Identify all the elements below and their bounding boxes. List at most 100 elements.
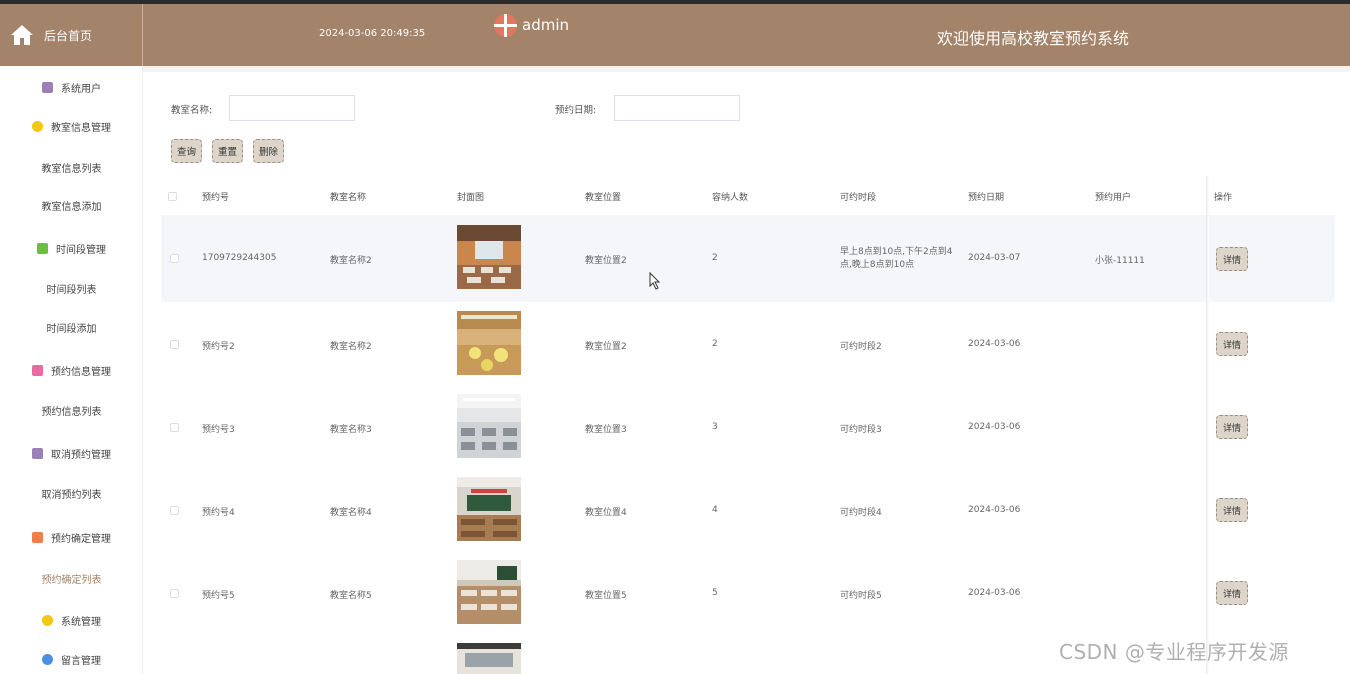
- row-checkbox[interactable]: [170, 506, 179, 515]
- sidebar-item-room-add[interactable]: 教室信息添加: [0, 195, 143, 215]
- sidebar-item-label: 预约信息列表: [41, 406, 102, 418]
- sidebar-item-confirm[interactable]: 预约确定管理: [0, 527, 143, 547]
- room-name: 教室名称2: [330, 342, 372, 352]
- column-header: 操作: [1214, 193, 1233, 203]
- sidebar-item-room-info[interactable]: 教室信息管理: [0, 116, 143, 136]
- delete-button[interactable]: 删除: [253, 139, 285, 163]
- sidebar-item-label: 教室信息列表: [41, 163, 102, 175]
- time-slot: 可约时段2: [840, 342, 882, 352]
- detail-button[interactable]: 详情: [1216, 581, 1248, 605]
- app-header: 后台首页 2024-03-06 20:49:35 admin 欢迎使用高校教室预…: [0, 4, 1350, 66]
- user-icon: [32, 447, 43, 459]
- room-name: 教室名称5: [330, 591, 372, 601]
- operation-column-divider: [1206, 176, 1209, 674]
- home-link[interactable]: 后台首页: [0, 4, 143, 66]
- sidebar-item-cancel[interactable]: 取消预约管理: [0, 443, 143, 463]
- search-button[interactable]: 查询: [171, 139, 203, 163]
- grid-icon: [32, 531, 43, 543]
- sidebar-item-label: 取消预约管理: [51, 449, 111, 461]
- booking-number: 预约号4: [202, 508, 235, 518]
- avatar[interactable]: [494, 14, 517, 37]
- room-location: 教室位置2: [585, 342, 627, 352]
- cover-image: [457, 311, 521, 375]
- booking-number: 预约号3: [202, 425, 235, 435]
- cover-image: [457, 225, 521, 289]
- calendar-icon: [32, 364, 43, 376]
- room-name-input[interactable]: [229, 95, 355, 121]
- row-checkbox[interactable]: [170, 340, 179, 349]
- booking-date: 2024-03-06: [968, 505, 1021, 515]
- room-name: 教室名称4: [330, 508, 372, 518]
- sidebar-item-label: 时间段管理: [56, 244, 106, 256]
- sidebar-item-label: 时间段添加: [46, 323, 97, 335]
- reset-button[interactable]: 重置: [212, 139, 244, 163]
- room-capacity: 3: [712, 422, 718, 432]
- cover-image: [457, 394, 521, 458]
- sidebar-item-confirm-list[interactable]: 预约确定列表: [0, 568, 143, 588]
- star-icon: [42, 653, 53, 665]
- column-header: 教室名称: [330, 193, 367, 203]
- booking-date: 2024-03-07: [968, 253, 1021, 263]
- booking-date: 2024-03-06: [968, 339, 1021, 349]
- mouse-cursor-icon: [649, 272, 661, 290]
- time-slot: 可约时段4: [840, 508, 882, 518]
- header-datetime: 2024-03-06 20:49:35: [319, 28, 426, 39]
- sidebar-item-system[interactable]: 系统管理: [0, 610, 143, 630]
- column-header: 封面图: [457, 193, 485, 203]
- user-icon: [42, 81, 53, 93]
- time-slot: 可约时段5: [840, 591, 882, 601]
- room-location: 教室位置5: [585, 591, 627, 601]
- cube-icon: [32, 120, 43, 132]
- room-capacity: 2: [712, 339, 718, 349]
- detail-button[interactable]: 详情: [1216, 332, 1248, 356]
- room-capacity: 4: [712, 505, 718, 515]
- sidebar-item-label: 取消预约列表: [41, 489, 102, 501]
- sidebar-item-label: 时间段列表: [46, 284, 97, 296]
- cover-image: [457, 643, 521, 674]
- username[interactable]: admin: [522, 16, 569, 34]
- room-location: 教室位置4: [585, 508, 627, 518]
- select-all-checkbox[interactable]: [168, 192, 177, 201]
- sidebar-item-cancel-list[interactable]: 取消预约列表: [0, 483, 143, 503]
- sidebar-item-room-list[interactable]: 教室信息列表: [0, 157, 143, 177]
- sidebar-item-label: 教室信息管理: [51, 122, 111, 134]
- detail-button[interactable]: 详情: [1216, 247, 1248, 271]
- cover-image: [457, 477, 521, 541]
- row-checkbox[interactable]: [170, 423, 179, 432]
- room-location: 教室位置3: [585, 425, 627, 435]
- sidebar-item-label: 教室信息添加: [41, 201, 102, 213]
- room-capacity: 2: [712, 253, 718, 263]
- column-header: 容纳人数: [712, 193, 749, 203]
- sidebar: 系统用户 教室信息管理 教室信息列表 教室信息添加 时间段管理 时间段列表 时间…: [0, 66, 143, 674]
- time-slot: 可约时段3: [840, 425, 882, 435]
- booking-date: 2024-03-06: [968, 422, 1021, 432]
- sidebar-item-system-users[interactable]: 系统用户: [0, 77, 143, 97]
- detail-button[interactable]: 详情: [1216, 415, 1248, 439]
- watermark: CSDN @专业程序开发源: [1059, 640, 1289, 664]
- detail-button[interactable]: 详情: [1216, 498, 1248, 522]
- room-name: 教室名称2: [330, 256, 372, 266]
- cover-image: [457, 560, 521, 624]
- sidebar-item-timeslot[interactable]: 时间段管理: [0, 238, 143, 258]
- sidebar-item-label: 留言管理: [61, 655, 101, 667]
- room-location: 教室位置2: [585, 256, 627, 266]
- sidebar-item-label: 系统管理: [61, 616, 101, 628]
- sidebar-item-timeslot-list[interactable]: 时间段列表: [0, 278, 143, 298]
- row-checkbox[interactable]: [170, 589, 179, 598]
- booking-number: 预约号5: [202, 591, 235, 601]
- date-label: 预约日期:: [555, 105, 597, 116]
- sidebar-item-messages[interactable]: 留言管理: [0, 649, 143, 669]
- date-input[interactable]: [614, 95, 740, 121]
- sidebar-item-timeslot-add[interactable]: 时间段添加: [0, 317, 143, 337]
- booking-date: 2024-03-06: [968, 588, 1021, 598]
- sidebar-item-booking[interactable]: 预约信息管理: [0, 360, 143, 380]
- row-checkbox[interactable]: [170, 254, 179, 263]
- booking-number: 1709729244305: [202, 253, 277, 263]
- room-name-label: 教室名称:: [171, 105, 213, 116]
- column-header: 教室位置: [585, 193, 622, 203]
- column-header: 可约时段: [840, 193, 877, 203]
- sidebar-item-booking-list[interactable]: 预约信息列表: [0, 400, 143, 420]
- chat-icon: [37, 242, 48, 254]
- room-capacity: 5: [712, 588, 718, 598]
- booking-user: 小张-11111: [1095, 256, 1145, 266]
